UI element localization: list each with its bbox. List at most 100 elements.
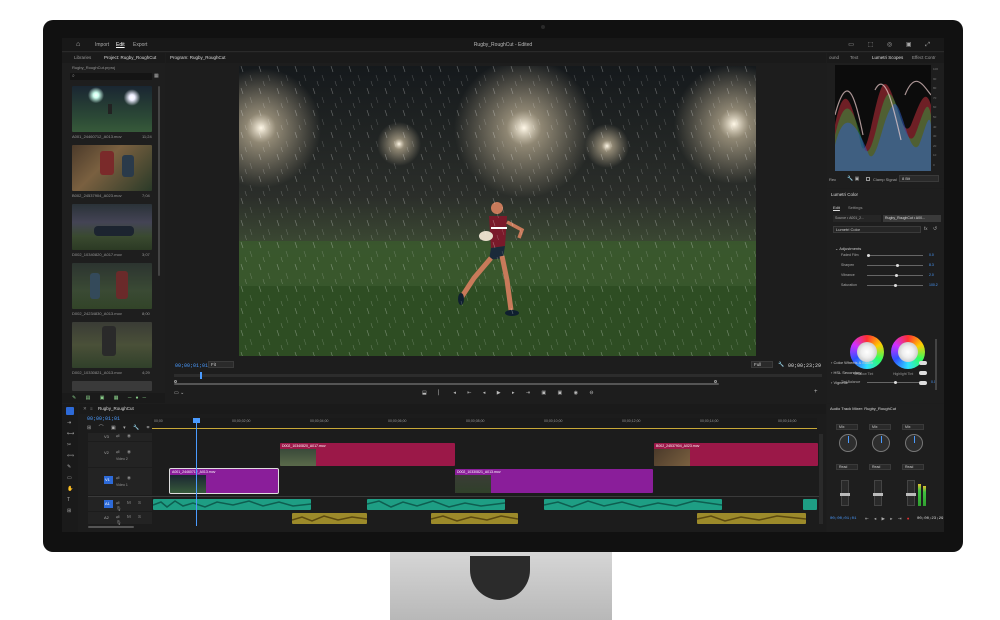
mixer-transport[interactable]: ⇤ ◂ ▶ ▸ ⇥ ●	[865, 516, 912, 522]
program-timecode-in[interactable]: 00;00;01;01	[175, 363, 208, 369]
fader-cap[interactable]	[906, 493, 916, 496]
track-audio-icons[interactable]: ⇌ M S 🎙	[116, 514, 152, 526]
timeline-clip-v1[interactable]: D002_10330821_A013.mov	[455, 469, 653, 493]
clip-thumbnail-1[interactable]	[72, 86, 152, 132]
audio-clip-a1[interactable]	[367, 499, 505, 510]
playhead-handle[interactable]	[193, 418, 200, 423]
list-view-icon[interactable]: ▦	[154, 73, 159, 79]
timeline-clip-v2[interactable]: B002_24537904_A023.mov	[654, 443, 818, 466]
wrench-icon[interactable]: 🔧	[778, 362, 784, 368]
toolbar-icons[interactable]: ▭ ⬚ ◎ ▣ ⤢	[848, 41, 936, 49]
project-scrollbar[interactable]	[158, 86, 160, 276]
program-playhead[interactable]	[200, 372, 202, 379]
tab-sequence[interactable]: Rugby_RoughCut	[98, 406, 134, 411]
tab-effect-controls[interactable]: Effect Contr	[912, 55, 936, 60]
a1-target[interactable]: A1	[104, 500, 113, 508]
automation-dropdown-2[interactable]: Read	[869, 464, 891, 470]
slider-value[interactable]: 8.3	[929, 263, 934, 267]
volume-fader-1[interactable]	[840, 480, 850, 506]
zoom-bar-handle-left[interactable]	[174, 380, 177, 383]
send-dropdown-1[interactable]: Mix	[836, 424, 858, 430]
clip-thumbnail-3[interactable]	[72, 204, 152, 250]
program-scrubber[interactable]	[174, 372, 822, 379]
slider-value[interactable]: 100.2	[929, 283, 938, 287]
v1-target[interactable]: V1	[104, 476, 113, 484]
automation-dropdown-3[interactable]: Read	[902, 464, 924, 470]
track-header-v3[interactable]: V3 ⇌ ◉	[88, 433, 152, 441]
slider-knob[interactable]	[894, 274, 898, 277]
safe-margins-icon[interactable]: ▭ ⌄	[174, 390, 184, 396]
slider-knob[interactable]	[895, 264, 899, 267]
audio-clip-a1[interactable]	[544, 499, 722, 510]
audio-clip-a2[interactable]	[292, 513, 367, 524]
slider-knob[interactable]	[893, 381, 897, 384]
adjustments-section-header[interactable]: ⌄ Adjustments	[835, 246, 861, 251]
audio-clip-a2[interactable]	[697, 513, 806, 524]
tab-lumetri-scopes[interactable]: Lumetri Scopes	[872, 55, 903, 60]
track-header-a1[interactable]: A1 ⇌ M S 🎙	[88, 497, 152, 511]
transport-controls[interactable]: ⬓ ▏ ◂ ⇤ ◂ ▶ ▸ ⇥ ▣ ▣ ◉ ⊖	[422, 390, 599, 396]
zoom-fit-dropdown[interactable]: Fit	[208, 361, 234, 368]
slider-track[interactable]	[867, 264, 923, 267]
effect-dropdown[interactable]: Lumetri Color	[833, 226, 921, 233]
pan-knob-2[interactable]	[872, 434, 890, 452]
clip-thumbnail-6[interactable]	[72, 381, 152, 391]
highlight-tint-wheel[interactable]	[891, 335, 925, 369]
automation-dropdown-1[interactable]: Read	[836, 464, 858, 470]
tab-project[interactable]: Project: Rugby_RoughCut	[104, 55, 156, 60]
timeline-timecode[interactable]: 00;00;01;01	[87, 416, 120, 422]
fader-cap[interactable]	[840, 493, 850, 496]
volume-fader-2[interactable]	[873, 480, 883, 506]
fader-cap[interactable]	[873, 493, 883, 496]
program-zoom-bar[interactable]	[174, 383, 719, 385]
bit-depth-dropdown[interactable]: 8 Bit	[899, 175, 939, 182]
lumetri-tab-settings[interactable]: Settings	[848, 205, 862, 210]
slider-track[interactable]	[867, 284, 923, 287]
tab-text[interactable]: Text	[850, 55, 858, 60]
sequence-clip-tab[interactable]: Rugby_RoughCut • A00...	[883, 215, 941, 222]
menu-icon[interactable]: ≡	[90, 406, 93, 411]
clip-thumbnail-2[interactable]	[72, 145, 152, 191]
audio-clip-a1[interactable]	[803, 499, 817, 510]
tint-balance-slider[interactable]	[867, 381, 923, 384]
audio-clip-a2[interactable]	[431, 513, 518, 524]
tab-libraries[interactable]: Libraries	[74, 55, 91, 60]
timeline-clip-v2[interactable]: D002_10340820_A017.mov	[280, 443, 455, 466]
scope-settings-icon[interactable]: 🔧 ▣	[847, 176, 859, 182]
clip-thumbnail-4[interactable]	[72, 263, 152, 309]
track-toggle-icons[interactable]: ⇌ ◉	[116, 449, 134, 455]
shadow-tint-wheel[interactable]	[850, 335, 884, 369]
volume-fader-3[interactable]	[906, 480, 916, 506]
track-header-v1[interactable]: V1 ⇌ ◉ Video 1	[88, 468, 152, 495]
add-button-icon[interactable]: +	[814, 389, 818, 395]
track-header-v2[interactable]: V2 ⇌ ◉ Video 2	[88, 442, 152, 467]
lumetri-tab-edit[interactable]: Edit	[833, 205, 840, 210]
slider-knob[interactable]	[867, 254, 870, 257]
menu-edit[interactable]: Edit	[116, 42, 125, 48]
source-clip-tab[interactable]: Source • A001_2...	[833, 215, 881, 222]
timeline-tool-icons[interactable]: ⊞ ⌒ ▣ ▾ 🔧 ⌗	[87, 424, 152, 431]
send-dropdown-3[interactable]: Mix	[902, 424, 924, 430]
track-toggle-icons[interactable]: ⇌ ◉	[116, 433, 134, 439]
zoom-bar-handle-right[interactable]	[714, 380, 717, 383]
timeline-vertical-scroll[interactable]	[819, 434, 823, 524]
clamp-signal-checkbox[interactable]	[866, 177, 870, 181]
slider-knob[interactable]	[893, 284, 897, 287]
timeline-playhead[interactable]	[196, 418, 197, 526]
close-icon[interactable]: ✕	[83, 406, 87, 412]
send-dropdown-2[interactable]: Mix	[869, 424, 891, 430]
timeline-ruler[interactable]: 00;00 00;00;02;00 00;00;04;00 00;00;06;00 00…	[152, 418, 817, 430]
timeline-clip-v1-selected[interactable]: A001_24460712_A013.mov	[169, 468, 279, 494]
slider-track[interactable]	[867, 254, 923, 257]
slider-value[interactable]: 0.0	[929, 253, 934, 257]
slider-value[interactable]: 2.0	[929, 273, 934, 277]
tool-icons[interactable]: ⇥ ⟷ ✂ ⟺ ✎ ▭ ✋ T ⊞	[67, 418, 74, 517]
track-audio-icons[interactable]: ⇌ M S 🎙	[116, 500, 152, 512]
pan-knob-3[interactable]	[905, 434, 923, 452]
clip-thumbnail-5[interactable]	[72, 322, 152, 368]
track-toggle-icons[interactable]: ⇌ ◉	[116, 475, 134, 481]
reset-icon[interactable]: ↺	[933, 226, 937, 232]
menu-import[interactable]: Import	[95, 42, 109, 48]
quality-dropdown[interactable]: Full	[751, 361, 773, 368]
slider-track[interactable]	[867, 274, 923, 277]
